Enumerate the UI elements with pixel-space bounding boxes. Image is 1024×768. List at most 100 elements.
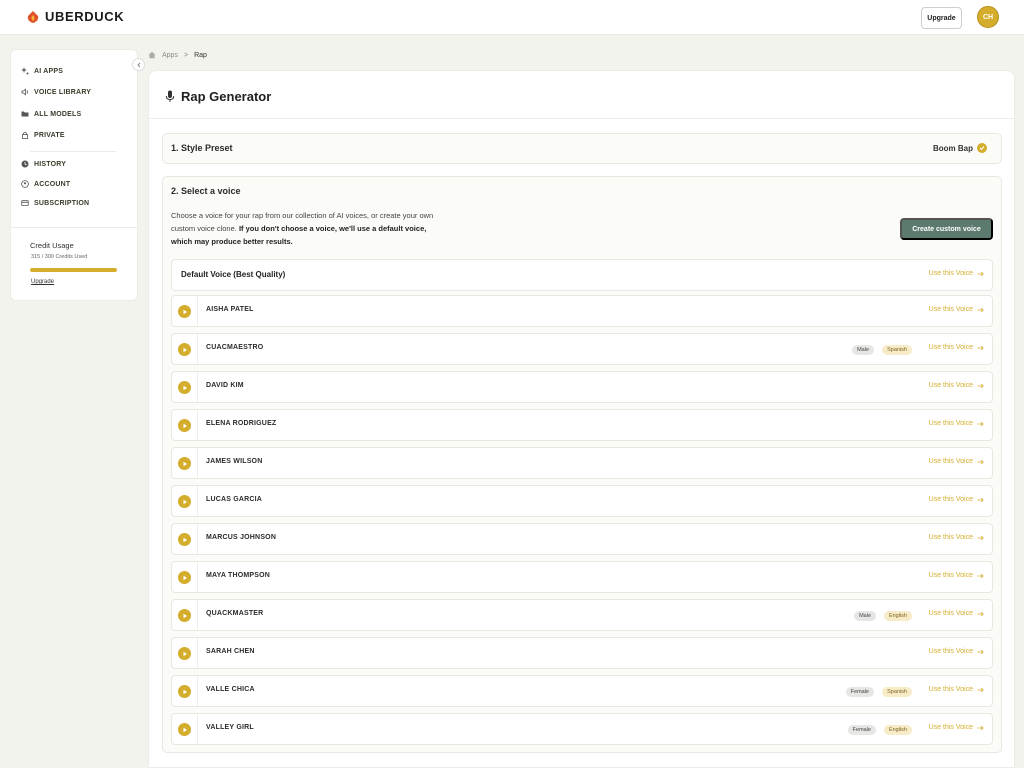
voice-row[interactable]: AISHA PATEL Use this Voice (171, 295, 993, 327)
row-divider (197, 410, 198, 440)
use-voice-link[interactable]: Use this Voice (929, 344, 984, 351)
play-icon[interactable] (178, 343, 191, 356)
play-icon[interactable] (178, 723, 191, 736)
avatar[interactable]: CH (977, 6, 999, 28)
use-voice-label: Use this Voice (928, 724, 973, 731)
sidebar-item-account[interactable]: ACCOUNT (21, 180, 70, 188)
use-voice-label: Use this Voice (928, 686, 973, 693)
arrow-right-icon (977, 573, 984, 578)
play-icon[interactable] (178, 495, 191, 508)
voice-name: ELENA RODRIGUEZ (206, 420, 277, 427)
style-preset-panel[interactable] (162, 133, 1002, 164)
use-voice-link[interactable]: Use this Voice (929, 420, 984, 427)
voice-row[interactable]: CUACMAESTRO Use this Voice Spanish Male (171, 333, 993, 365)
use-voice-link[interactable]: Use this Voice (929, 458, 984, 465)
voice-row[interactable]: LUCAS GARCIA Use this Voice (171, 485, 993, 517)
sidebar (10, 49, 138, 301)
default-voice-row[interactable]: Default Voice (Best Quality) Use this Vo… (171, 259, 993, 291)
sidebar-item-label: AI APPS (34, 67, 64, 75)
style-preset-value[interactable]: Boom Bap (933, 143, 987, 153)
sidebar-item-label: ALL MODELS (34, 110, 82, 118)
play-icon[interactable] (178, 457, 191, 470)
use-voice-link[interactable]: Use this Voice (929, 648, 984, 655)
play-icon[interactable] (178, 533, 191, 546)
voice-row[interactable]: JAMES WILSON Use this Voice (171, 447, 993, 479)
use-voice-link[interactable]: Use this Voice (929, 572, 984, 579)
voice-row[interactable]: ELENA RODRIGUEZ Use this Voice (171, 409, 993, 441)
voice-name: VALLE CHICA (206, 686, 255, 693)
play-icon[interactable] (178, 571, 191, 584)
page-title: Rap Generator (165, 89, 271, 104)
collapse-sidebar-button[interactable] (132, 58, 145, 71)
use-voice-link[interactable]: Use this Voice (929, 496, 984, 503)
play-icon[interactable] (178, 419, 191, 432)
use-voice-link[interactable]: Use this Voice (929, 270, 984, 277)
row-divider (197, 296, 198, 326)
row-divider (197, 448, 198, 478)
use-voice-label: Use this Voice (928, 458, 973, 465)
voice-row[interactable]: DAVID KIM Use this Voice (171, 371, 993, 403)
sidebar-item-ai-apps[interactable]: AI APPS (21, 67, 63, 75)
voice-row[interactable]: MARCUS JOHNSON Use this Voice (171, 523, 993, 555)
voice-row[interactable]: MAYA THOMPSON Use this Voice (171, 561, 993, 593)
credit-upgrade-link[interactable]: Upgrade (31, 279, 54, 285)
sidebar-item-voice-library[interactable]: VOICE LIBRARY (21, 88, 91, 96)
sidebar-item-private[interactable]: PRIVATE (21, 131, 65, 139)
play-icon[interactable] (178, 381, 191, 394)
clock-icon (21, 160, 29, 168)
voice-row[interactable]: VALLEY GIRL Use this Voice English Female (171, 713, 993, 745)
arrow-right-icon (977, 649, 984, 654)
sidebar-item-label: HISTORY (34, 160, 67, 168)
use-voice-link[interactable]: Use this Voice (929, 724, 984, 731)
voice-name: CUACMAESTRO (206, 344, 264, 351)
arrow-right-icon (977, 271, 984, 276)
play-icon[interactable] (178, 609, 191, 622)
sidebar-item-label: ACCOUNT (34, 180, 71, 188)
voice-name: LUCAS GARCIA (206, 496, 263, 503)
sparkle-icon (21, 67, 29, 75)
row-divider (197, 372, 198, 402)
use-voice-label: Use this Voice (928, 572, 973, 579)
default-voice-label: Default Voice (Best Quality) (181, 270, 286, 279)
use-voice-link[interactable]: Use this Voice (929, 686, 984, 693)
logo-text: UBERDUCK (45, 9, 125, 24)
create-custom-voice-button[interactable]: Create custom voice (900, 218, 993, 240)
language-tag: Spanish (882, 687, 912, 697)
home-icon[interactable] (148, 51, 156, 59)
play-icon[interactable] (178, 647, 191, 660)
use-voice-link[interactable]: Use this Voice (929, 610, 984, 617)
use-voice-label: Use this Voice (928, 270, 973, 277)
sidebar-item-label: PRIVATE (34, 131, 65, 139)
use-voice-link[interactable]: Use this Voice (929, 306, 984, 313)
arrow-right-icon (977, 345, 984, 350)
voice-row[interactable]: VALLE CHICA Use this Voice Spanish Female (171, 675, 993, 707)
select-voice-title: 2. Select a voice (171, 186, 241, 196)
voice-name: SARAH CHEN (206, 648, 255, 655)
voice-name: QUACKMASTER (206, 610, 264, 617)
sidebar-item-label: VOICE LIBRARY (34, 88, 92, 96)
arrow-right-icon (977, 383, 984, 388)
gender-tag: Female (845, 687, 874, 697)
voice-row[interactable]: SARAH CHEN Use this Voice (171, 637, 993, 669)
row-divider (197, 562, 198, 592)
play-icon[interactable] (178, 685, 191, 698)
voice-name: MAYA THOMPSON (206, 572, 271, 579)
gender-tag: Female (847, 725, 876, 735)
gender-tag: Male (854, 611, 876, 621)
use-voice-link[interactable]: Use this Voice (929, 534, 984, 541)
sidebar-item-subscription[interactable]: SUBSCRIPTION (21, 199, 89, 207)
card-icon (21, 200, 29, 206)
use-voice-link[interactable]: Use this Voice (929, 382, 984, 389)
language-tag: English (883, 611, 912, 621)
upgrade-button[interactable]: Upgrade (921, 7, 962, 29)
sidebar-item-history[interactable]: HISTORY (21, 160, 66, 168)
use-voice-label: Use this Voice (928, 496, 973, 503)
breadcrumb-current: Rap (194, 51, 207, 59)
credit-progress-fill (30, 268, 117, 272)
logo[interactable]: UBERDUCK (26, 9, 124, 24)
use-voice-label: Use this Voice (928, 648, 973, 655)
play-icon[interactable] (178, 305, 191, 318)
voice-row[interactable]: QUACKMASTER Use this Voice English Male (171, 599, 993, 631)
breadcrumb-apps[interactable]: Apps (162, 52, 178, 59)
sidebar-item-all-models[interactable]: ALL MODELS (21, 110, 81, 118)
